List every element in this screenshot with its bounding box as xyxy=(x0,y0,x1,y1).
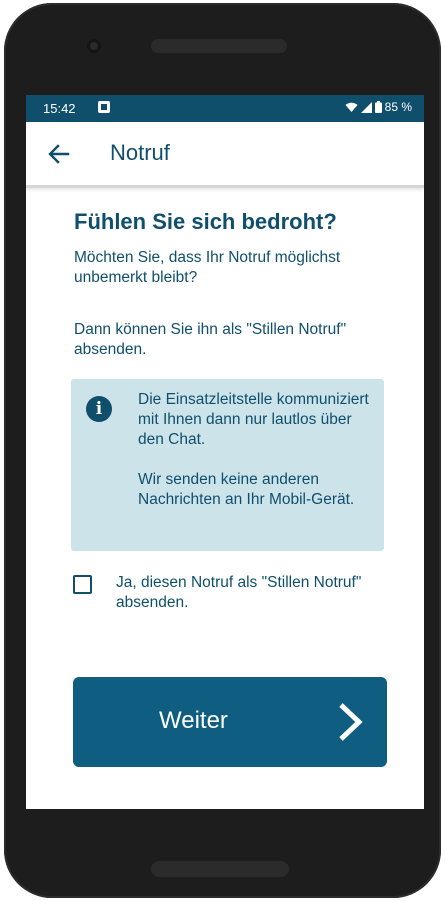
screen: 15:42 85 % Notruf Fühlen Sie sich bedroh… xyxy=(26,95,424,809)
chevron-right-icon xyxy=(339,703,363,741)
status-indicators: 85 % xyxy=(345,100,412,114)
info-box: i Die Einsatzleitstelle kommuniziert mit… xyxy=(71,379,384,551)
earpiece-speaker xyxy=(151,39,287,53)
main-content: Fühlen Sie sich bedroht? Möchten Sie, da… xyxy=(74,208,404,358)
battery-level: 85 % xyxy=(384,100,412,114)
phone-frame: 15:42 85 % Notruf Fühlen Sie sich bedroh… xyxy=(4,3,441,898)
battery-icon xyxy=(374,101,382,113)
info-text: Die Einsatzleitstelle kommuniziert mit I… xyxy=(138,390,378,510)
app-bar: Notruf xyxy=(26,122,424,188)
intro-paragraph: Möchten Sie, dass Ihr Notruf möglichst u… xyxy=(74,249,341,286)
silent-call-checkbox[interactable] xyxy=(73,575,92,594)
info-text-line-1: Die Einsatzleitstelle kommuniziert mit I… xyxy=(138,391,369,448)
headline: Fühlen Sie sich bedroht? xyxy=(74,209,337,234)
info-text-line-2: Wir senden keine anderen Nachrichten an … xyxy=(138,471,355,508)
status-time: 15:42 xyxy=(43,101,76,116)
continue-button[interactable]: Weiter xyxy=(73,677,387,767)
info-icon: i xyxy=(86,396,112,422)
continue-button-label: Weiter xyxy=(159,707,228,734)
front-camera xyxy=(87,39,101,53)
page-title: Notruf xyxy=(110,140,170,165)
silent-call-checkbox-label[interactable]: Ja, diesen Notruf als "Stillen Notruf" a… xyxy=(116,573,376,613)
wifi-icon xyxy=(345,102,358,112)
silent-call-paragraph: Dann können Sie ihn als "Stillen Notruf"… xyxy=(74,321,347,358)
signal-icon xyxy=(360,101,372,113)
notification-icon xyxy=(98,101,110,113)
back-arrow-icon[interactable] xyxy=(48,144,70,164)
bottom-speaker xyxy=(151,861,289,877)
status-bar: 15:42 85 % xyxy=(26,95,424,122)
